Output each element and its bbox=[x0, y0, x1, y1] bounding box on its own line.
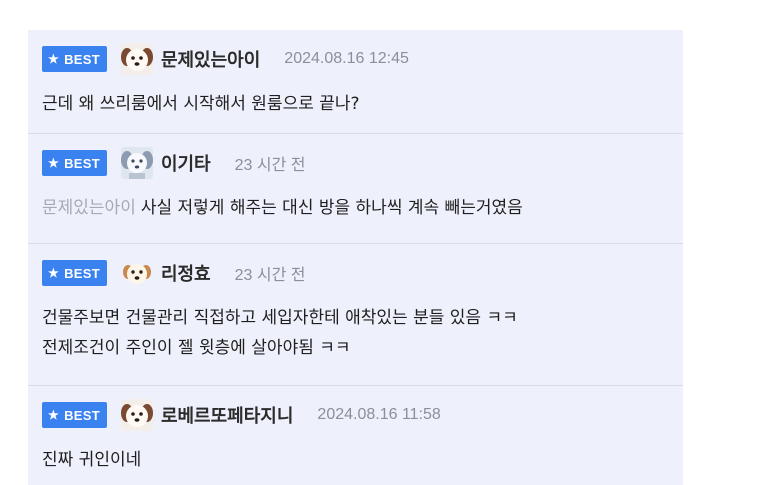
star-icon: ★ bbox=[48, 266, 60, 280]
comment-text: 문제있는아이 사실 저렇게 해주는 대신 방을 하나씩 계속 빼는거였음 bbox=[42, 193, 683, 223]
dog-avatar-icon bbox=[120, 399, 153, 431]
comment-header: ★ BEST 리정효 23 시간 전 bbox=[42, 256, 683, 290]
dog-avatar-icon bbox=[120, 147, 153, 179]
comment-body-text: 진짜 귀인이네 bbox=[42, 450, 142, 470]
star-icon: ★ bbox=[48, 156, 60, 170]
star-icon: ★ bbox=[48, 52, 60, 66]
comment-body-text: 사실 저렇게 해주는 대신 방을 하나씩 계속 빼는거였음 bbox=[140, 198, 523, 218]
comment-author[interactable]: 로베르또페타지니 bbox=[161, 402, 293, 428]
avatar[interactable] bbox=[120, 43, 153, 75]
comment-body-text: 근데 왜 쓰리룸에서 시작해서 원룸으로 끝나? bbox=[42, 94, 360, 114]
best-badge: ★ BEST bbox=[42, 150, 107, 176]
comment-author[interactable]: 이기타 bbox=[161, 150, 211, 176]
comment-header: ★ BEST 문제있는아이 2024.08.16 12:45 bbox=[42, 42, 683, 76]
comment-timestamp: 23 시간 전 bbox=[234, 157, 306, 174]
comment-item: ★ BEST 로베르또페타지니 2024.08.16 11:58 진짜 귀인이네 bbox=[28, 386, 683, 485]
best-badge: ★ BEST bbox=[42, 260, 107, 286]
reply-mention[interactable]: 문제있는아이 bbox=[42, 198, 136, 218]
comment-header: ★ BEST 로베르또페타지니 2024.08.16 11:58 bbox=[42, 398, 683, 432]
best-label: BEST bbox=[64, 407, 100, 423]
best-label: BEST bbox=[64, 265, 100, 281]
star-icon: ★ bbox=[48, 408, 60, 422]
avatar[interactable] bbox=[120, 399, 153, 431]
comment-item: ★ BEST 이기타 23 시간 전 문제있는아이 사실 저렇게 해주는 대신 방… bbox=[28, 134, 683, 244]
comment-author[interactable]: 문제있는아이 bbox=[161, 46, 260, 72]
comment-timestamp: 2024.08.16 11:58 bbox=[317, 406, 441, 423]
comment-timestamp: 23 시간 전 bbox=[234, 267, 306, 284]
dog-avatar-icon bbox=[120, 257, 153, 289]
avatar[interactable] bbox=[120, 257, 153, 289]
comment-header: ★ BEST 이기타 23 시간 전 bbox=[42, 146, 683, 180]
comment-item: ★ BEST 문제있는아이 2024.08.16 12:45 근데 왜 쓰리룸에… bbox=[28, 30, 683, 134]
comment-body-text: 건물주보면 건물관리 직접하고 세입자한테 애착있는 분들 있음 ㅋㅋ 전제조건… bbox=[42, 308, 518, 358]
comment-timestamp: 2024.08.16 12:45 bbox=[284, 50, 409, 67]
best-label: BEST bbox=[64, 51, 100, 67]
comment-item: ★ BEST 리정효 23 시간 전 건물주보면 건물관리 직접하고 세입자한테… bbox=[28, 244, 683, 386]
comment-list: ★ BEST 문제있는아이 2024.08.16 12:45 근데 왜 쓰리룸에… bbox=[28, 30, 683, 485]
best-badge: ★ BEST bbox=[42, 402, 107, 428]
comment-author[interactable]: 리정효 bbox=[161, 260, 211, 286]
best-label: BEST bbox=[64, 155, 100, 171]
comment-text: 근데 왜 쓰리룸에서 시작해서 원룸으로 끝나? bbox=[42, 89, 683, 119]
best-badge: ★ BEST bbox=[42, 46, 107, 72]
avatar[interactable] bbox=[120, 147, 153, 179]
dog-avatar-icon bbox=[120, 43, 153, 75]
comment-text: 건물주보면 건물관리 직접하고 세입자한테 애착있는 분들 있음 ㅋㅋ 전제조건… bbox=[42, 303, 683, 363]
comment-text: 진짜 귀인이네 bbox=[42, 445, 683, 475]
